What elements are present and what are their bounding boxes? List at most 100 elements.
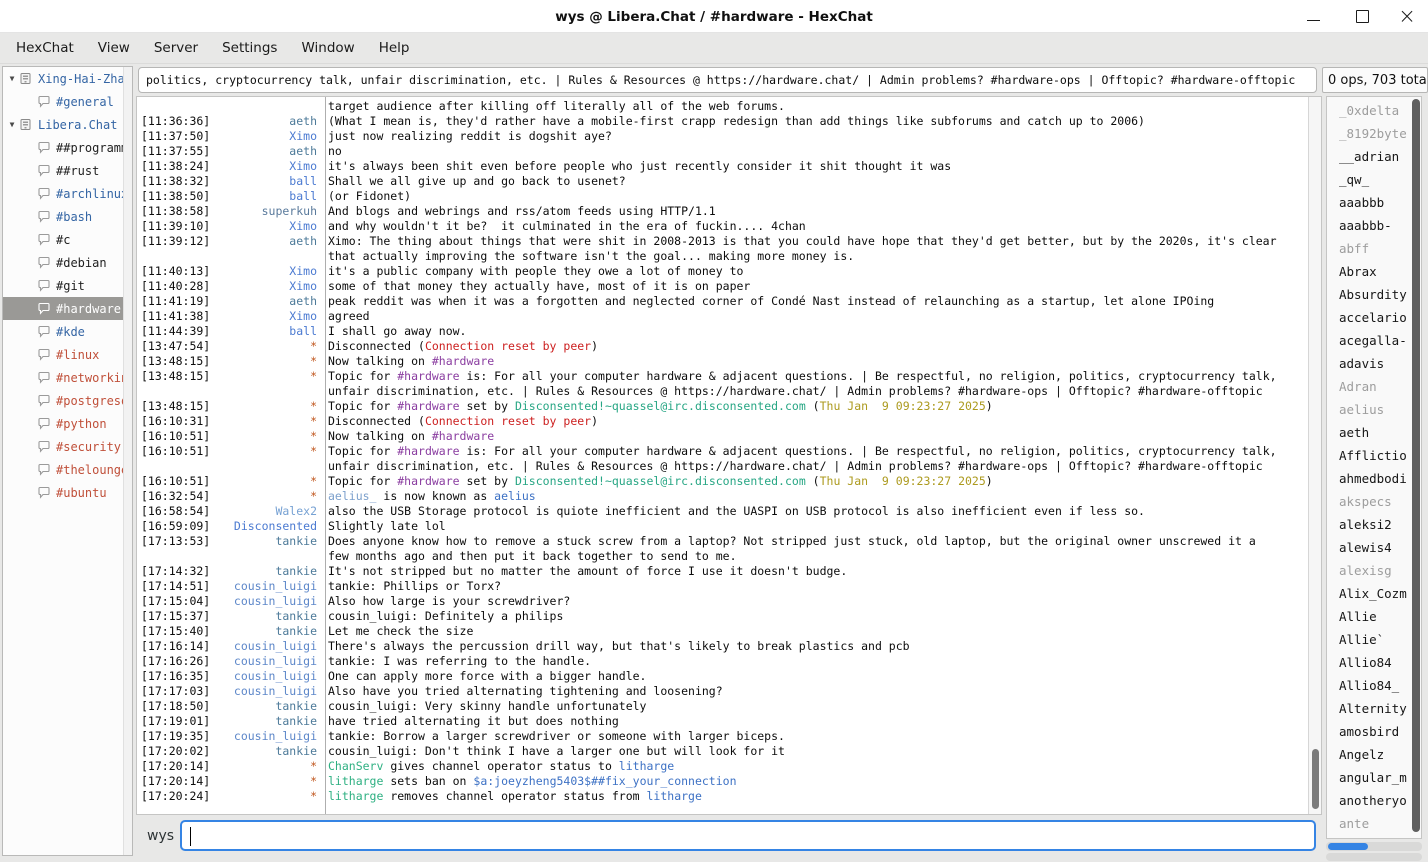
expander-icon[interactable]: ▼ xyxy=(5,74,19,83)
tree-channel--git[interactable]: #git xyxy=(3,274,132,297)
nick[interactable]: superkuh xyxy=(213,204,321,219)
menu-settings[interactable]: Settings xyxy=(210,35,289,61)
user-list-item[interactable]: _0xdelta xyxy=(1327,99,1421,122)
nick[interactable]: cousin_luigi xyxy=(213,729,321,744)
nick[interactable]: tankie xyxy=(213,609,321,624)
tree-channel--kde[interactable]: #kde xyxy=(3,320,132,343)
user-list-item[interactable]: aaabbb- xyxy=(1327,214,1421,237)
tree-channel--general[interactable]: #general xyxy=(3,90,132,113)
tree-channel--ubuntu[interactable]: #ubuntu xyxy=(3,481,132,504)
user-list-item[interactable]: accelario xyxy=(1327,306,1421,329)
nick[interactable]: aeth xyxy=(213,294,321,309)
message-input[interactable] xyxy=(180,820,1316,851)
tree-channel--c[interactable]: #c xyxy=(3,228,132,251)
user-list-item[interactable]: amosbird xyxy=(1327,720,1421,743)
user-list-item[interactable]: _8192byte xyxy=(1327,122,1421,145)
tree-channel--programming[interactable]: ##programming xyxy=(3,136,132,159)
user-list-item[interactable]: Allio84_ xyxy=(1327,674,1421,697)
user-list-item[interactable]: Absurdity xyxy=(1327,283,1421,306)
user-list-item[interactable]: Allie xyxy=(1327,605,1421,628)
tree-channel--networking[interactable]: #networking xyxy=(3,366,132,389)
minimize-button[interactable] xyxy=(1300,0,1326,33)
nick[interactable]: Disconsented xyxy=(213,519,321,534)
user-list-item[interactable]: Alix_Cozm xyxy=(1327,582,1421,605)
user-list-item[interactable]: Allio84 xyxy=(1327,651,1421,674)
menu-window[interactable]: Window xyxy=(289,35,366,61)
nick[interactable]: tankie xyxy=(213,744,321,759)
nick[interactable]: aeth xyxy=(213,114,321,129)
tree-channel--rust[interactable]: ##rust xyxy=(3,159,132,182)
user-list-item[interactable]: akspecs xyxy=(1327,490,1421,513)
user-list-item[interactable]: Abrax xyxy=(1327,260,1421,283)
user-list-item[interactable]: _qw_ xyxy=(1327,168,1421,191)
nick[interactable]: aeth xyxy=(213,144,321,159)
user-list-item[interactable]: ahmedbodi xyxy=(1327,467,1421,490)
topic-input[interactable]: politics, cryptocurrency talk, unfair di… xyxy=(138,67,1317,93)
user-list-item[interactable]: Afflictio xyxy=(1327,444,1421,467)
tree-channel--hardware[interactable]: #hardware xyxy=(3,297,132,320)
user-list-hscrollbar-handle[interactable] xyxy=(1328,843,1368,850)
user-list-item[interactable]: alexisg xyxy=(1327,559,1421,582)
user-list-item[interactable]: adavis xyxy=(1327,352,1421,375)
nick[interactable]: Ximo xyxy=(213,219,321,234)
user-list-item[interactable]: aeth xyxy=(1327,421,1421,444)
chat-scrollbar[interactable] xyxy=(1308,97,1321,814)
user-list-item[interactable]: abff xyxy=(1327,237,1421,260)
nick[interactable]: Walex2 xyxy=(213,504,321,519)
user-list-item[interactable]: aaabbb xyxy=(1327,191,1421,214)
tree-channel--postgresql[interactable]: #postgresql xyxy=(3,389,132,412)
nick[interactable]: cousin_luigi xyxy=(213,579,321,594)
tree-channel--bash[interactable]: #bash xyxy=(3,205,132,228)
user-list-item[interactable]: alewis4 xyxy=(1327,536,1421,559)
menu-server[interactable]: Server xyxy=(142,35,210,61)
tree-channel--python[interactable]: #python xyxy=(3,412,132,435)
titlebar[interactable]: wys @ Libera.Chat / #hardware - HexChat … xyxy=(0,0,1428,33)
chat-scrollbar-handle[interactable] xyxy=(1312,749,1319,809)
nick[interactable]: cousin_luigi xyxy=(213,654,321,669)
tree-channel--debian[interactable]: #debian xyxy=(3,251,132,274)
nick[interactable]: tankie xyxy=(213,624,321,639)
tree-channel--security[interactable]: #security xyxy=(3,435,132,458)
user-list-hscrollbar[interactable] xyxy=(1326,842,1422,851)
tree-network-xing-hai-zhan[interactable]: ▼Xing-Hai-Zhan xyxy=(3,67,132,90)
nick[interactable]: Ximo xyxy=(213,159,321,174)
nick[interactable]: tankie xyxy=(213,534,321,549)
nick[interactable]: Ximo xyxy=(213,129,321,144)
user-list-scrollbar[interactable] xyxy=(1412,99,1420,832)
nick[interactable]: aeth xyxy=(213,234,321,249)
nick[interactable]: Ximo xyxy=(213,309,321,324)
tree-channel--archlinux[interactable]: #archlinux xyxy=(3,182,132,205)
user-list-item[interactable]: Adran xyxy=(1327,375,1421,398)
nick[interactable]: ball xyxy=(213,189,321,204)
bottom-hscrollbar[interactable] xyxy=(1326,853,1422,861)
nick[interactable]: ball xyxy=(213,174,321,189)
tree-network-libera-chat[interactable]: ▼Libera.Chat xyxy=(3,113,132,136)
menu-help[interactable]: Help xyxy=(367,35,422,61)
nick[interactable]: tankie xyxy=(213,699,321,714)
tree-channel--thelounge[interactable]: #thelounge xyxy=(3,458,132,481)
user-list-item[interactable]: Alternity xyxy=(1327,697,1421,720)
user-list-item[interactable]: anotheryo xyxy=(1327,789,1421,812)
expander-icon[interactable]: ▼ xyxy=(5,120,19,129)
user-list-item[interactable]: aelius xyxy=(1327,398,1421,421)
maximize-button[interactable] xyxy=(1349,0,1375,33)
nick[interactable]: cousin_luigi xyxy=(213,684,321,699)
user-list-item[interactable]: Allie` xyxy=(1327,628,1421,651)
user-list-item[interactable]: acegalla- xyxy=(1327,329,1421,352)
close-button[interactable]: × xyxy=(1394,0,1420,33)
nick[interactable]: tankie xyxy=(213,564,321,579)
nick[interactable]: ball xyxy=(213,324,321,339)
user-list-item[interactable]: Angelz xyxy=(1327,743,1421,766)
own-nick-label[interactable]: wys xyxy=(147,822,174,850)
user-list-item[interactable]: __adrian xyxy=(1327,145,1421,168)
user-list-item[interactable]: ante xyxy=(1327,812,1421,835)
user-list-item[interactable]: angular_m xyxy=(1327,766,1421,789)
nick[interactable]: Ximo xyxy=(213,279,321,294)
user-list-item[interactable]: aleksi2 xyxy=(1327,513,1421,536)
channel-tree-scrollbar[interactable] xyxy=(123,67,132,855)
menu-hexchat[interactable]: HexChat xyxy=(4,35,86,61)
nick[interactable]: Ximo xyxy=(213,264,321,279)
nick[interactable]: cousin_luigi xyxy=(213,669,321,684)
tree-channel--linux[interactable]: #linux xyxy=(3,343,132,366)
nick[interactable]: cousin_luigi xyxy=(213,639,321,654)
